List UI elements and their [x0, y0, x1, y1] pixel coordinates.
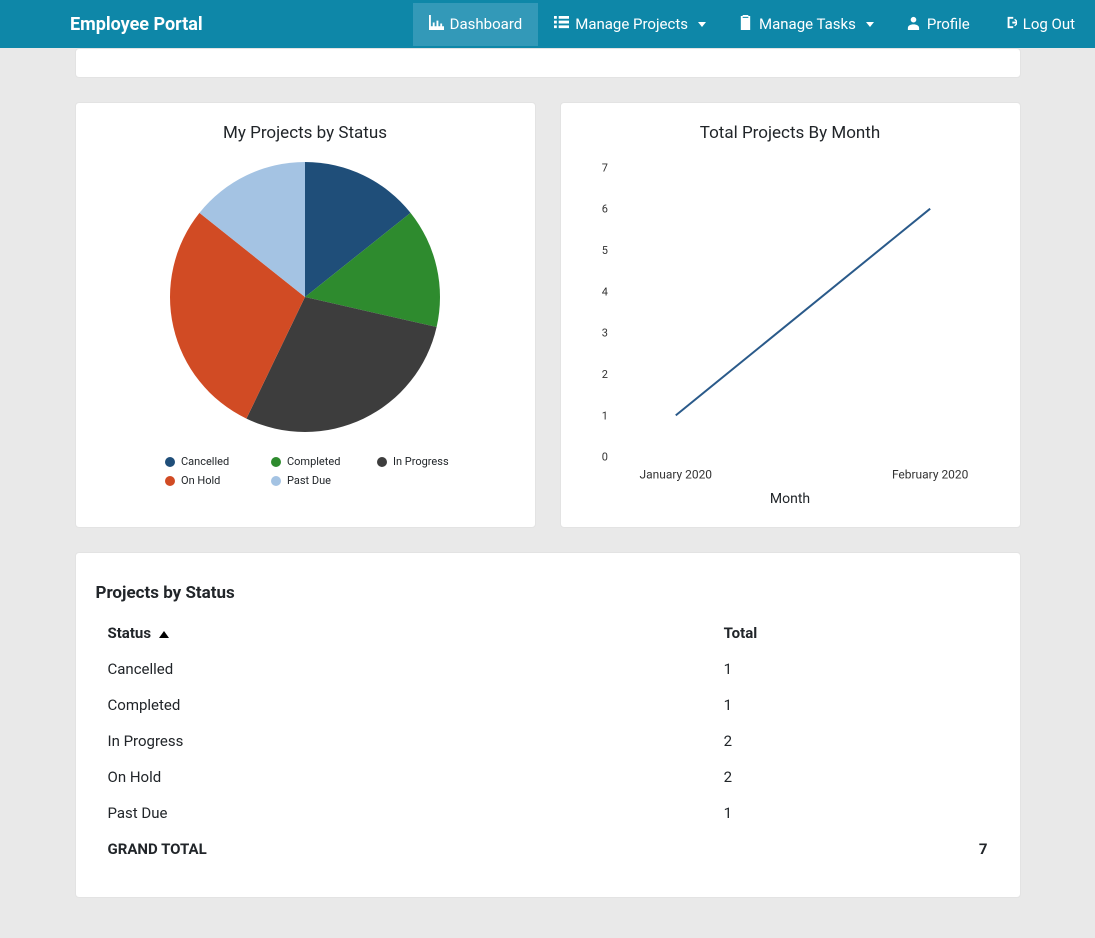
legend-item-on-hold[interactable]: On Hold: [165, 474, 245, 487]
legend-swatch: [271, 476, 281, 486]
nav-item-dashboard[interactable]: Dashboard: [413, 3, 539, 46]
table-row[interactable]: In Progress2: [96, 723, 1000, 759]
line-card: Total Projects By Month 0 1 2 3 4 5 6 7 January …: [560, 102, 1021, 528]
legend-item-in-progress[interactable]: In Progress: [377, 455, 457, 468]
footer-total: 7: [712, 831, 1000, 867]
pie-legend: Cancelled Completed In Progress On Hold Past…: [145, 437, 465, 487]
line-chart[interactable]: 0 1 2 3 4 5 6 7 January 2020 February 2020: [581, 157, 1000, 487]
footer-label: GRAND TOTAL: [96, 831, 712, 867]
sign-out-icon: [1002, 15, 1017, 34]
line-x-axis-label: Month: [581, 491, 1000, 507]
nav-label: Manage Tasks: [759, 15, 856, 33]
legend-swatch: [165, 457, 175, 467]
nav-item-profile[interactable]: Profile: [890, 3, 986, 46]
table-row[interactable]: Past Due1: [96, 795, 1000, 831]
pie-chart[interactable]: [165, 157, 445, 437]
legend-item-cancelled[interactable]: Cancelled: [165, 455, 245, 468]
line-series[interactable]: [675, 209, 929, 416]
cell-status: On Hold: [96, 759, 712, 795]
brand-title[interactable]: Employee Portal: [10, 14, 263, 35]
pie-card: My Projects by Status Cancelled Completed…: [75, 102, 536, 528]
cell-status: Cancelled: [96, 651, 712, 687]
chevron-down-icon: [866, 22, 874, 27]
nav-item-manage-tasks[interactable]: Manage Tasks: [722, 3, 890, 46]
cell-total: 2: [712, 723, 1000, 759]
legend-label: On Hold: [181, 474, 220, 487]
table-row[interactable]: Cancelled1: [96, 651, 1000, 687]
nav-label: Log Out: [1023, 15, 1075, 33]
legend-label: Completed: [287, 455, 340, 468]
y-tick-label: 0: [601, 451, 607, 464]
y-tick-label: 7: [601, 161, 607, 174]
y-tick-label: 5: [601, 244, 607, 257]
x-tick-label: February 2020: [891, 468, 968, 482]
y-tick-label: 3: [601, 327, 607, 340]
legend-item-past-due[interactable]: Past Due: [271, 474, 351, 487]
legend-label: Past Due: [287, 474, 331, 487]
col-status-header[interactable]: Status: [96, 615, 712, 651]
y-tick-label: 4: [601, 285, 607, 298]
cell-status: Past Due: [96, 795, 712, 831]
list-icon: [554, 15, 569, 34]
y-tick-label: 2: [601, 368, 607, 381]
legend-label: In Progress: [393, 455, 449, 468]
cell-status: In Progress: [96, 723, 712, 759]
chevron-down-icon: [698, 22, 706, 27]
y-tick-label: 1: [601, 409, 607, 422]
table-footer-row: GRAND TOTAL 7: [96, 831, 1000, 867]
sort-asc-icon: [159, 631, 169, 638]
projects-table: Status Total Cancelled1Completed1In Prog…: [96, 615, 1000, 867]
nav-item-manage-projects[interactable]: Manage Projects: [538, 3, 722, 46]
nav-label: Manage Projects: [575, 15, 688, 33]
table-title: Projects by Status: [96, 583, 1000, 603]
cell-total: 1: [712, 651, 1000, 687]
table-row[interactable]: Completed1: [96, 687, 1000, 723]
col-total-header[interactable]: Total: [712, 615, 1000, 651]
nav-items: Dashboard Manage Projects Manage Tasks Prof…: [413, 3, 1091, 46]
pie-chart-title: My Projects by Status: [96, 123, 515, 143]
y-tick-label: 6: [601, 203, 607, 216]
clipboard-check-icon: [738, 15, 753, 34]
table-row[interactable]: On Hold2: [96, 759, 1000, 795]
chart-line-icon: [429, 15, 444, 34]
top-spacer-card: [75, 48, 1021, 78]
nav-label: Dashboard: [450, 15, 523, 33]
legend-item-completed[interactable]: Completed: [271, 455, 351, 468]
table-card: Projects by Status Status Total Cancelle…: [75, 552, 1021, 898]
cell-total: 1: [712, 687, 1000, 723]
col-status-label: Status: [108, 624, 152, 642]
x-tick-label: January 2020: [639, 468, 712, 482]
legend-swatch: [165, 476, 175, 486]
cell-total: 2: [712, 759, 1000, 795]
nav-label: Profile: [927, 15, 970, 33]
cell-total: 1: [712, 795, 1000, 831]
legend-swatch: [377, 457, 387, 467]
legend-swatch: [271, 457, 281, 467]
legend-label: Cancelled: [181, 455, 229, 468]
navbar: Employee Portal Dashboard Manage Projects…: [0, 0, 1095, 48]
user-icon: [906, 15, 921, 34]
nav-item-log-out[interactable]: Log Out: [986, 3, 1091, 46]
line-chart-title: Total Projects By Month: [581, 123, 1000, 143]
cell-status: Completed: [96, 687, 712, 723]
